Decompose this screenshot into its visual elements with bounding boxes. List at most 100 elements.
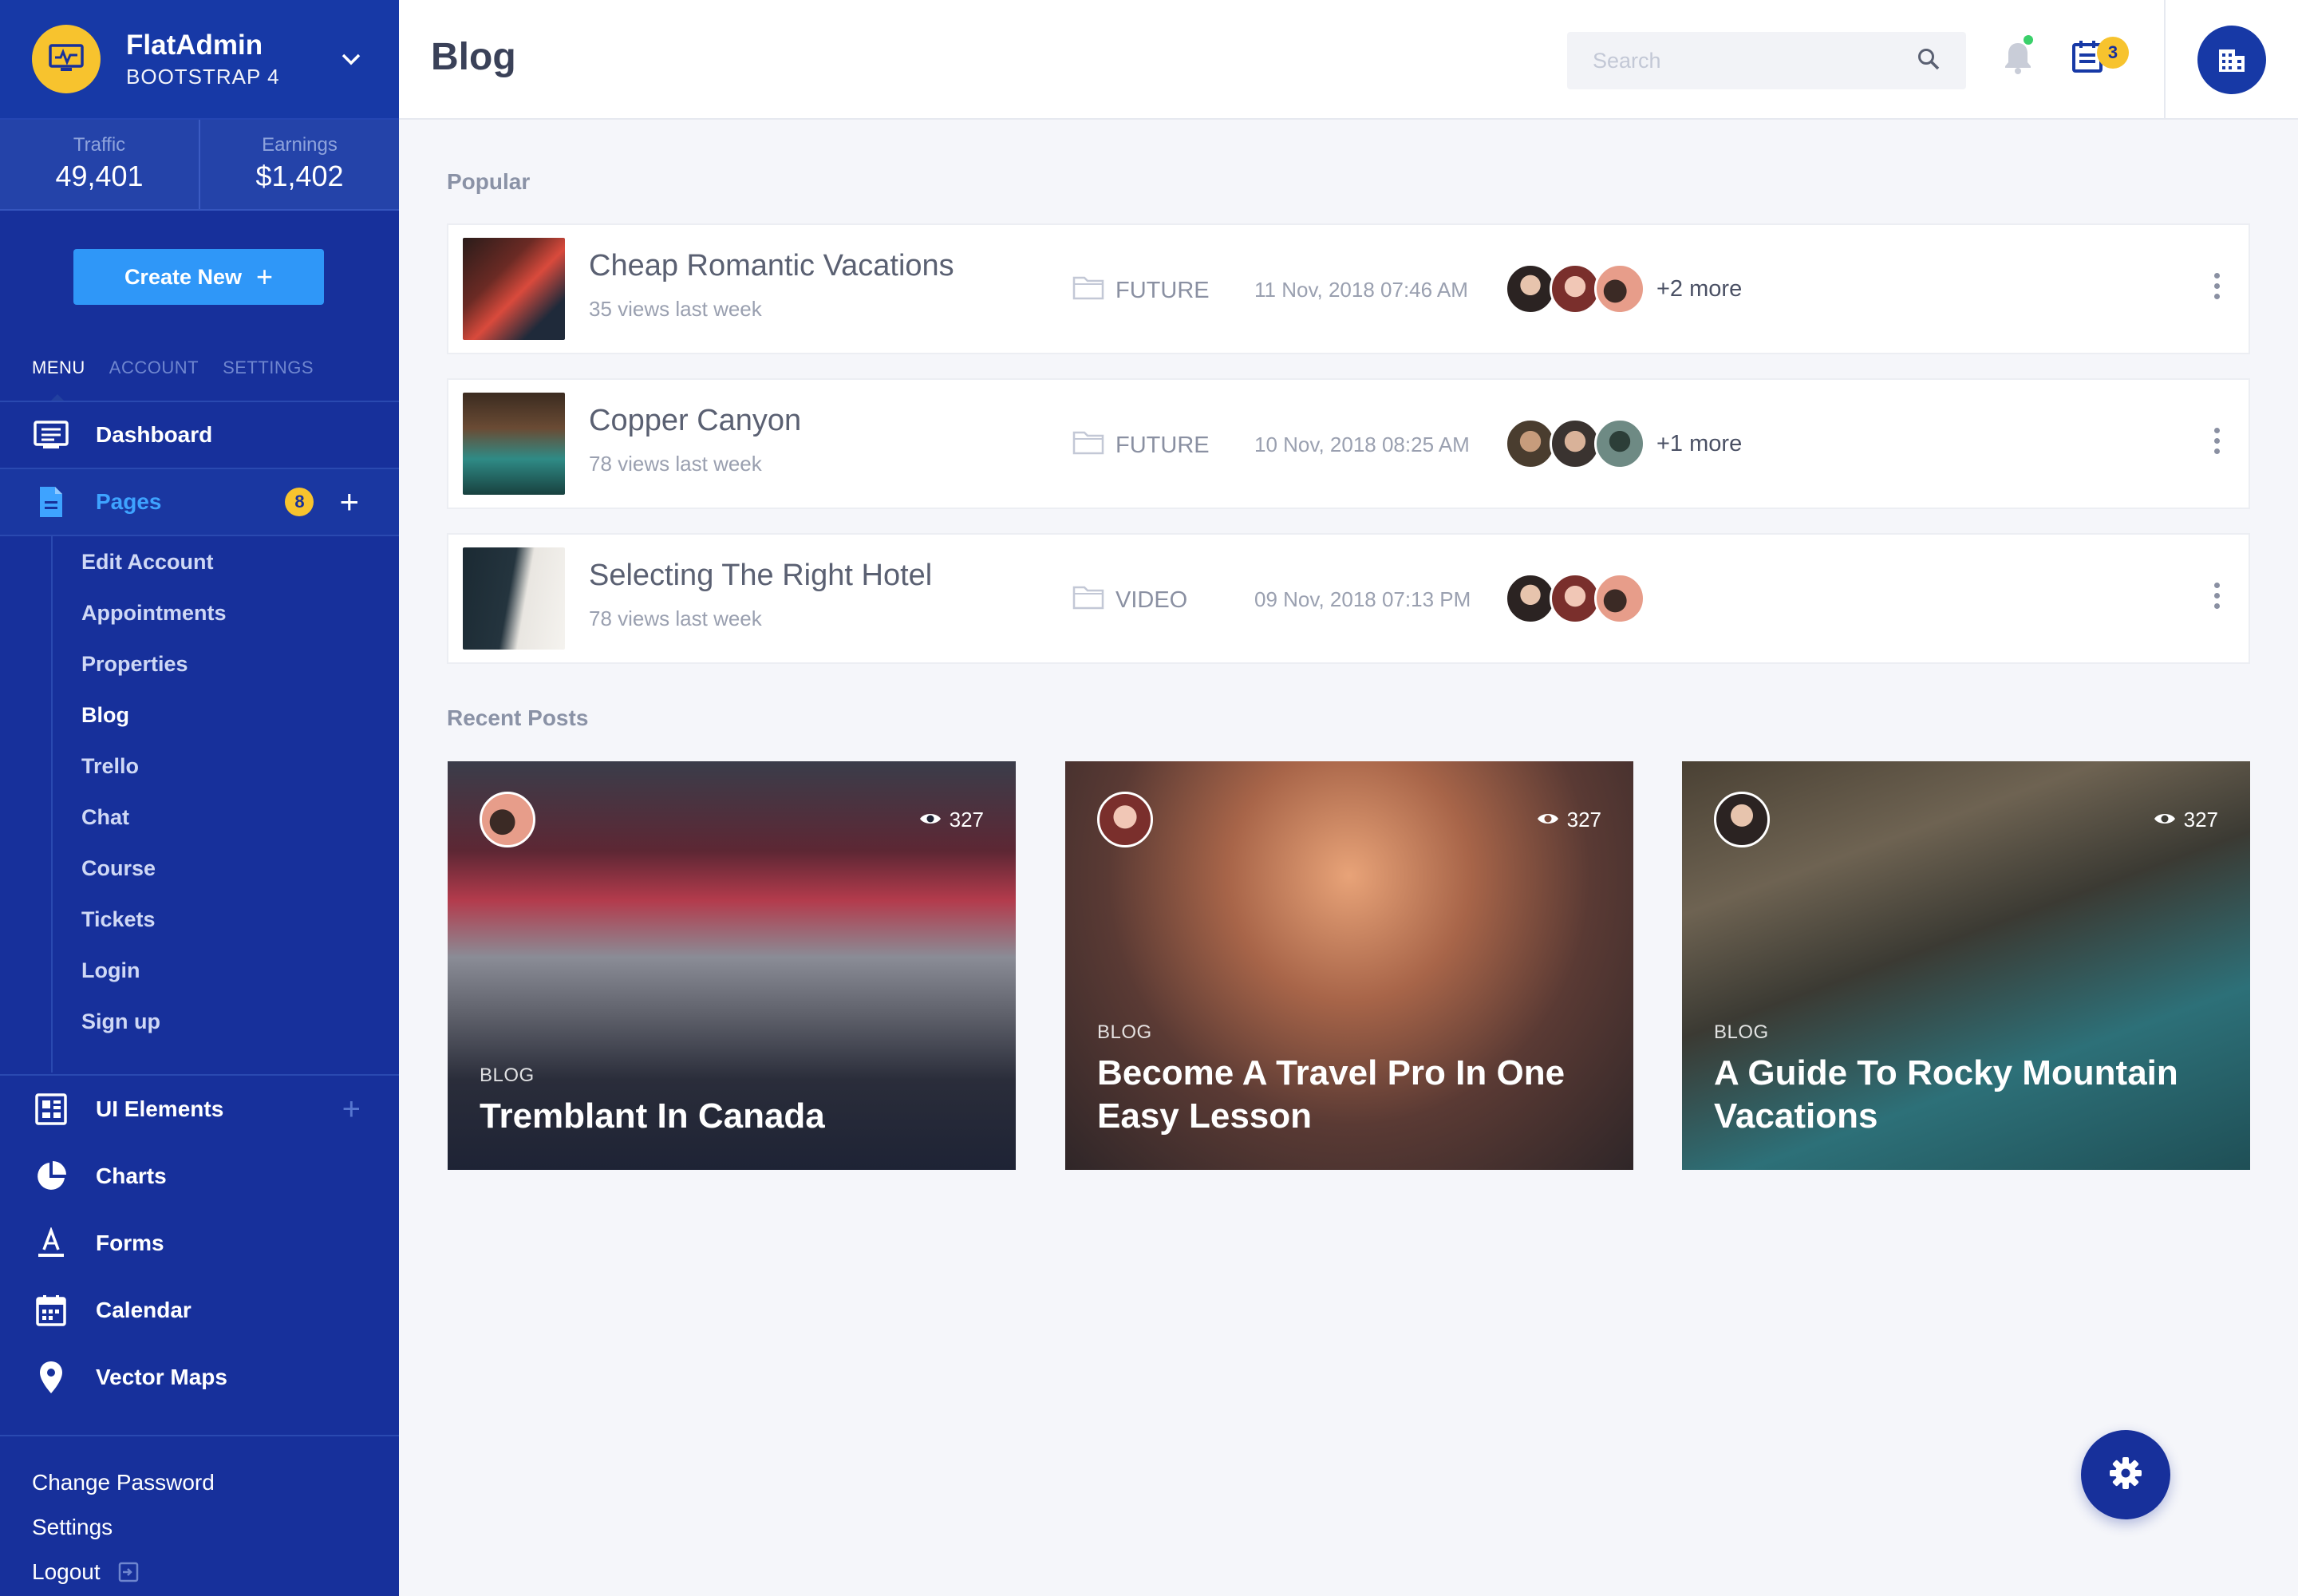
bell-icon[interactable] <box>2003 40 2033 79</box>
post-title: Tremblant In Canada <box>480 1096 825 1136</box>
nav-item-forms[interactable]: Forms <box>0 1210 399 1277</box>
more-vertical-icon[interactable] <box>2209 583 2225 609</box>
subnav-item[interactable]: Course <box>53 843 399 894</box>
settings-link[interactable]: Settings <box>32 1505 367 1550</box>
pages-actions: 8 + <box>285 485 359 519</box>
chevron-down-icon[interactable] <box>335 43 367 75</box>
create-new-label: Create New <box>124 264 243 289</box>
post-tag: BLOG <box>1097 1021 1152 1043</box>
author-avatar <box>480 792 535 847</box>
text-format-icon <box>32 1224 70 1262</box>
settings-fab[interactable] <box>2081 1430 2170 1519</box>
subnav-item[interactable]: Tickets <box>53 894 399 945</box>
create-new-button[interactable]: Create New + <box>73 249 324 305</box>
add-page-icon[interactable]: + <box>339 485 359 519</box>
nav-item-vector-maps[interactable]: Vector Maps <box>0 1344 399 1411</box>
nav-label: Charts <box>96 1163 167 1188</box>
recent-posts-heading: Recent Posts <box>447 705 589 730</box>
folder-icon <box>1072 584 1104 616</box>
tab-menu[interactable]: MENU <box>32 358 85 378</box>
view-count: 327 <box>919 808 984 832</box>
popular-row[interactable]: Selecting The Right Hotel 78 views last … <box>447 533 2250 664</box>
main-nav: Dashboard Pages 8 + <box>0 401 399 536</box>
change-password-link[interactable]: Change Password <box>32 1460 367 1505</box>
more-count: +1 more <box>1656 430 1743 456</box>
nav-item-calendar[interactable]: Calendar <box>0 1277 399 1344</box>
nav-label: Dashboard <box>96 422 213 447</box>
popular-row[interactable]: Cheap Romantic Vacations 35 views last w… <box>447 223 2250 354</box>
post-date: 10 Nov, 2018 08:25 AM <box>1254 433 1470 456</box>
subnav-item[interactable]: Appointments <box>53 587 399 638</box>
brand-header[interactable]: FlatAdmin BOOTSTRAP 4 <box>0 0 399 120</box>
stat-value: 49,401 <box>55 160 144 192</box>
stat-traffic: Traffic 49,401 <box>0 120 199 209</box>
post-category: FUTURE <box>1072 429 1210 461</box>
more-vertical-icon[interactable] <box>2209 428 2225 454</box>
pages-count-badge: 8 <box>285 488 314 516</box>
monitor-logo-icon <box>32 25 101 93</box>
post-tag: BLOG <box>1714 1021 1769 1043</box>
avatar <box>1550 573 1601 624</box>
subnav-item[interactable]: Sign up <box>53 996 399 1047</box>
subnav-item-active[interactable]: Blog <box>53 689 399 741</box>
folder-icon <box>1072 275 1104 306</box>
sidebar-tabs: MENU ACCOUNT SETTINGS <box>32 358 314 378</box>
calendar-icon <box>32 1291 70 1329</box>
pages-subnav: Edit Account Appointments Properties Blo… <box>51 536 399 1073</box>
brand-name: FlatAdmin <box>126 29 263 61</box>
recent-post-card[interactable]: 327 BLOG A Guide To Rocky Mountain Vacat… <box>1682 761 2250 1170</box>
document-icon <box>32 483 70 521</box>
pie-chart-icon <box>32 1157 70 1195</box>
tab-settings[interactable]: SETTINGS <box>223 358 314 378</box>
tab-account[interactable]: ACCOUNT <box>109 358 199 378</box>
stat-value: $1,402 <box>255 160 344 192</box>
dashboard-icon <box>32 416 70 454</box>
nav-item-dashboard[interactable]: Dashboard <box>0 402 399 469</box>
post-title: A Guide To Rocky Mountain Vacations <box>1714 1053 2178 1136</box>
brand-subtitle: BOOTSTRAP 4 <box>126 64 280 89</box>
subnav-item[interactable]: Trello <box>53 741 399 792</box>
recent-post-card[interactable]: 327 BLOG Tremblant In Canada <box>448 761 1016 1170</box>
post-title: Selecting The Right Hotel <box>589 559 933 592</box>
nav-label: Vector Maps <box>96 1365 227 1389</box>
nav-item-charts[interactable]: Charts <box>0 1143 399 1210</box>
subnav-item[interactable]: Properties <box>53 638 399 689</box>
nav-label: Pages <box>96 489 162 514</box>
views-value: 327 <box>949 808 984 832</box>
gear-icon <box>2108 1456 2143 1495</box>
popular-row[interactable]: Copper Canyon 78 views last week FUTURE … <box>447 378 2250 509</box>
avatar <box>1550 418 1601 469</box>
avatar <box>1505 418 1556 469</box>
avatar <box>1594 263 1645 314</box>
folder-icon <box>1072 429 1104 461</box>
nav-item-ui-elements[interactable]: UI Elements + <box>0 1076 399 1143</box>
post-category: FUTURE <box>1072 275 1210 306</box>
author-avatar <box>1097 792 1153 847</box>
views-value: 327 <box>2183 808 2218 832</box>
subnav-item[interactable]: Edit Account <box>53 536 399 587</box>
category-label: FUTURE <box>1115 432 1210 458</box>
secondary-nav: UI Elements + Charts Forms Calendar Vect… <box>0 1074 399 1411</box>
subnav-item[interactable]: Chat <box>53 792 399 843</box>
avatar <box>1594 418 1645 469</box>
category-label: FUTURE <box>1115 277 1210 303</box>
nav-item-pages[interactable]: Pages 8 + <box>0 469 399 536</box>
expand-plus-icon[interactable]: + <box>342 1092 361 1128</box>
subnav-item[interactable]: Login <box>53 945 399 996</box>
post-thumbnail <box>463 547 565 650</box>
logout-label: Logout <box>32 1559 101 1584</box>
recent-post-card[interactable]: 327 BLOG Become A Travel Pro In One Easy… <box>1065 761 1633 1170</box>
more-vertical-icon[interactable] <box>2209 273 2225 299</box>
company-icon[interactable] <box>2197 26 2266 94</box>
page-title: Blog <box>431 36 516 78</box>
logout-link[interactable]: Logout <box>32 1550 367 1594</box>
search-icon[interactable] <box>1917 47 1941 75</box>
sidebar-footer: Change Password Settings Logout <box>0 1435 399 1596</box>
post-date: 09 Nov, 2018 07:13 PM <box>1254 587 1471 611</box>
post-title: Copper Canyon <box>589 404 802 437</box>
stat-label: Traffic <box>73 134 126 156</box>
nav-label: Calendar <box>96 1298 192 1322</box>
post-thumbnail <box>463 393 565 495</box>
search-input[interactable]: Search <box>1567 32 1966 89</box>
tasks-badge: 3 <box>2097 37 2129 69</box>
